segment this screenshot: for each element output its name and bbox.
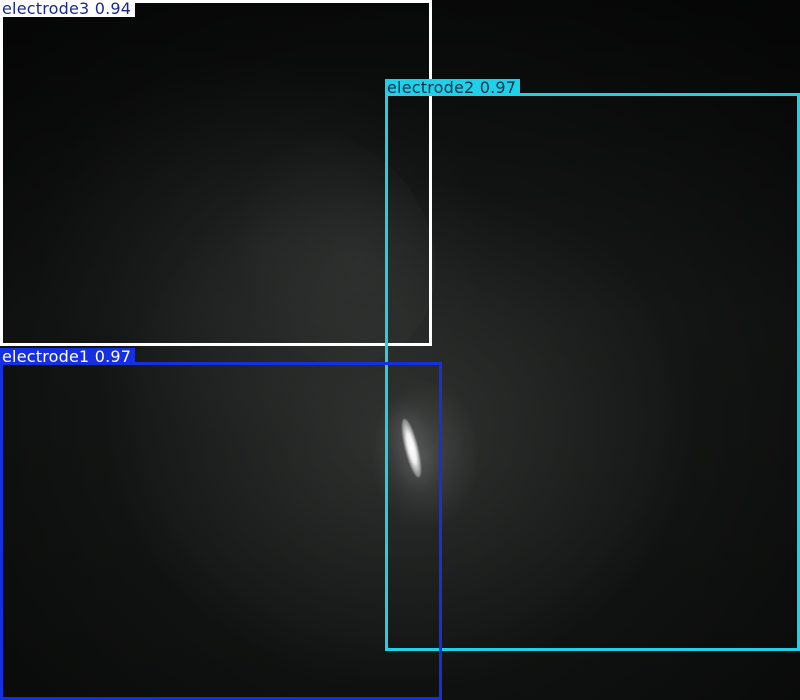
detection-score: 0.97 (479, 78, 517, 97)
bounding-box-electrode1[interactable]: electrode1 0.97 (0, 348, 442, 700)
detection-score: 0.94 (94, 0, 132, 18)
detection-score: 0.97 (94, 347, 132, 366)
bounding-box-electrode2[interactable]: electrode2 0.97 (385, 79, 800, 651)
bounding-box-electrode3[interactable]: electrode3 0.94 (0, 0, 432, 346)
detection-class: electrode2 (387, 78, 475, 97)
box-label-electrode2: electrode2 0.97 (385, 78, 521, 97)
box-label-electrode3: electrode3 0.94 (0, 0, 136, 18)
camera-frame: electrode3 0.94 electrode2 0.97 electrod… (0, 0, 800, 700)
detection-class: electrode3 (2, 0, 90, 18)
box-label-electrode1: electrode1 0.97 (0, 347, 136, 366)
detection-class: electrode1 (2, 347, 90, 366)
